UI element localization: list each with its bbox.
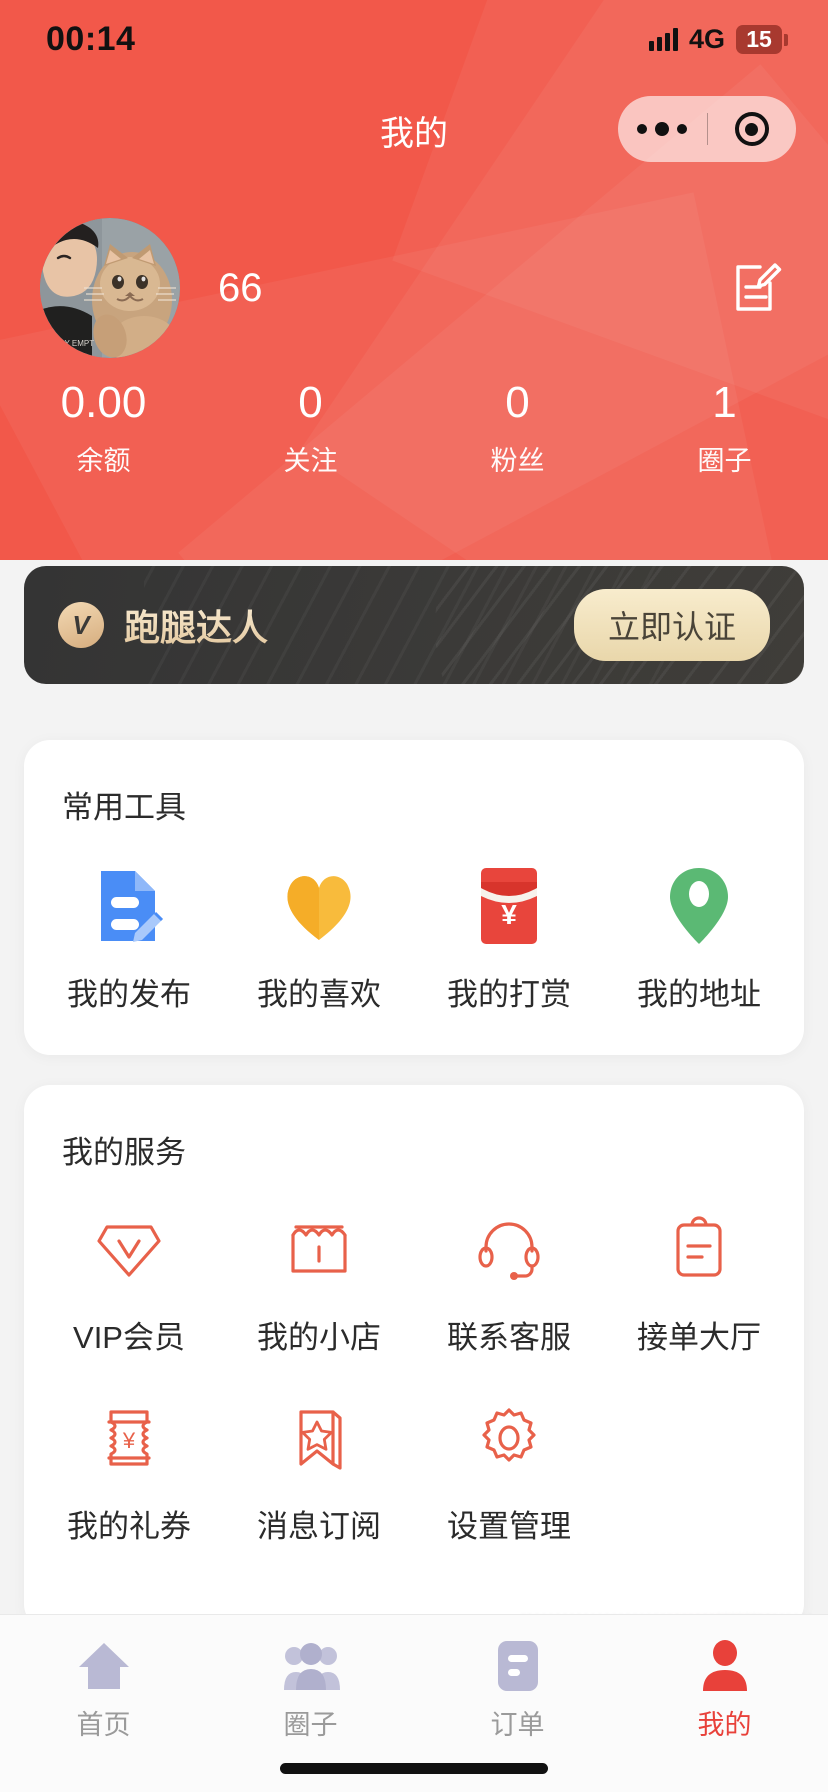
location-pin-icon <box>668 865 730 947</box>
tab-label: 首页 <box>76 1710 131 1740</box>
document-edit-icon <box>93 865 165 947</box>
service-item-contact-support[interactable]: 联系客服 <box>414 1198 604 1387</box>
diamond-vip-icon <box>93 1208 165 1290</box>
app-root: 00:14 4G 15 我的 DAY EMPT 66 0.00 余额 0 关注 … <box>0 0 828 1792</box>
red-envelope-icon: ¥ <box>477 865 541 947</box>
tool-item-my-address[interactable]: 我的地址 <box>604 855 794 1022</box>
status-bar: 00:14 4G 15 <box>0 0 828 78</box>
headset-icon <box>473 1208 545 1290</box>
status-right: 4G 15 <box>648 23 788 55</box>
home-icon <box>77 1637 131 1695</box>
service-label: 消息订阅 <box>257 1509 381 1544</box>
username: 66 <box>218 265 263 310</box>
coupon-yuan-icon: ¥ <box>93 1397 165 1479</box>
home-indicator <box>280 1763 548 1774</box>
signal-bars-icon <box>648 27 678 51</box>
verified-v-icon: V <box>58 602 104 648</box>
edit-document-icon[interactable] <box>726 257 788 319</box>
person-icon <box>700 1637 750 1695</box>
stat-value: 1 <box>712 378 737 427</box>
service-label: 接单大厅 <box>637 1320 761 1355</box>
tool-item-my-likes[interactable]: 我的喜欢 <box>224 855 414 1022</box>
battery-icon: 15 <box>736 24 788 54</box>
target-circle-icon[interactable] <box>708 112 797 146</box>
stat-label: 圈子 <box>697 445 752 476</box>
nav-bar: 我的 <box>0 92 828 170</box>
status-time: 00:14 <box>46 19 136 58</box>
service-item-my-store[interactable]: 我的小店 <box>224 1198 414 1387</box>
tab-label: 我的 <box>697 1710 752 1740</box>
stats-row: 0.00 余额 0 关注 0 粉丝 1 圈子 <box>0 378 828 478</box>
stat-fans[interactable]: 0 粉丝 <box>414 378 621 478</box>
tool-label: 我的地址 <box>637 977 761 1012</box>
tool-label: 我的喜欢 <box>257 977 381 1012</box>
stat-value: 0.00 <box>60 378 147 427</box>
heart-icon <box>279 865 359 947</box>
banner-title: 跑腿达人 <box>124 599 268 651</box>
bookmark-star-icon <box>283 1397 355 1479</box>
tools-grid: 我的发布 我的喜欢 ¥ 我的打赏 我的地址 <box>24 855 804 1022</box>
tool-item-my-posts[interactable]: 我的发布 <box>34 855 224 1022</box>
miniprogram-capsule[interactable] <box>618 96 796 162</box>
service-item-vip[interactable]: VIP会员 <box>34 1198 224 1387</box>
service-label: 我的礼券 <box>67 1509 191 1544</box>
stat-value: 0 <box>298 378 323 427</box>
certification-banner[interactable]: V 跑腿达人 立即认证 <box>24 566 804 684</box>
tool-label: 我的发布 <box>67 977 191 1012</box>
tool-item-my-rewards[interactable]: ¥ 我的打赏 <box>414 855 604 1022</box>
service-label: 设置管理 <box>447 1509 571 1544</box>
gear-icon <box>473 1397 545 1479</box>
network-type: 4G <box>688 23 725 54</box>
stat-label: 粉丝 <box>490 445 545 476</box>
certify-now-button[interactable]: 立即认证 <box>573 589 770 661</box>
tab-label: 圈子 <box>283 1710 338 1740</box>
services-card-title: 我的服务 <box>62 1135 186 1170</box>
stat-value: 0 <box>505 378 530 427</box>
stat-label: 余额 <box>76 445 131 476</box>
services-card: 我的服务 VIP会员 我的小店 联系客服 接单大厅 ¥ 我的礼券 消息订阅 设置… <box>24 1085 804 1630</box>
tools-card-title: 常用工具 <box>62 790 186 825</box>
service-item-settings[interactable]: 设置管理 <box>414 1387 604 1576</box>
store-icon <box>283 1208 355 1290</box>
stat-balance[interactable]: 0.00 余额 <box>0 378 207 478</box>
people-icon <box>282 1637 340 1695</box>
profile-row: DAY EMPT 66 <box>0 218 828 358</box>
tab-orders[interactable]: 订单 <box>414 1637 621 1742</box>
tools-card: 常用工具 我的发布 我的喜欢 ¥ 我的打赏 我的地址 <box>24 740 804 1055</box>
tab-circle[interactable]: 圈子 <box>207 1637 414 1742</box>
service-item-message-subscription[interactable]: 消息订阅 <box>224 1387 414 1576</box>
service-item-order-hall[interactable]: 接单大厅 <box>604 1198 794 1387</box>
service-item-empty <box>604 1387 794 1576</box>
tab-home[interactable]: 首页 <box>0 1637 207 1742</box>
stat-circles[interactable]: 1 圈子 <box>621 378 828 478</box>
service-label: 联系客服 <box>447 1320 571 1355</box>
svg-text:DAY EMPT: DAY EMPT <box>54 339 94 348</box>
stat-following[interactable]: 0 关注 <box>207 378 414 478</box>
more-dots-icon[interactable] <box>618 122 707 136</box>
bottom-tab-bar: 首页 圈子 订单 我的 <box>0 1614 828 1792</box>
stat-label: 关注 <box>283 445 338 476</box>
order-icon <box>495 1637 541 1695</box>
svg-text:¥: ¥ <box>501 899 517 930</box>
tab-mine[interactable]: 我的 <box>621 1637 828 1742</box>
avatar[interactable]: DAY EMPT <box>40 218 180 358</box>
service-label: VIP会员 <box>73 1320 185 1355</box>
tool-label: 我的打赏 <box>447 977 571 1012</box>
svg-text:¥: ¥ <box>122 1428 136 1453</box>
service-label: 我的小店 <box>257 1320 381 1355</box>
clipboard-icon <box>663 1208 735 1290</box>
service-item-my-coupons[interactable]: ¥ 我的礼券 <box>34 1387 224 1576</box>
tab-label: 订单 <box>490 1710 545 1740</box>
services-grid: VIP会员 我的小店 联系客服 接单大厅 ¥ 我的礼券 消息订阅 设置管理 <box>24 1198 804 1576</box>
